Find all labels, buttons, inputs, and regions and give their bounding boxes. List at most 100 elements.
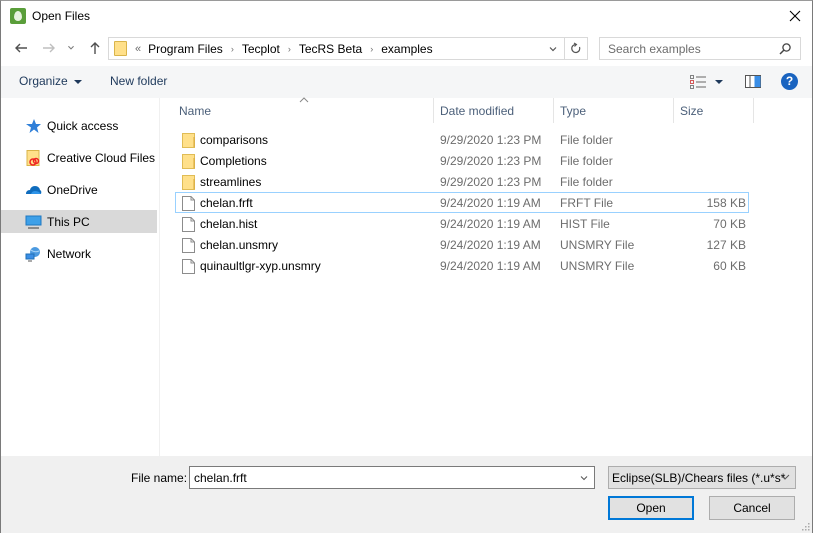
file-type: File folder	[560, 154, 613, 168]
close-button[interactable]	[782, 3, 808, 29]
chevron-down-icon	[68, 45, 74, 50]
file-type-filter-value: Eclipse(SLB)/Chears files (*.u*s*	[612, 471, 786, 485]
column-header-label: Type	[560, 103, 587, 118]
file-name: comparisons	[200, 133, 269, 147]
sidebar-item-onedrive[interactable]: OneDrive	[1, 178, 157, 201]
file-name-input[interactable]	[194, 470, 564, 486]
folder-icon	[182, 154, 195, 169]
breadcrumb-tecplot[interactable]: Tecplot	[242, 42, 280, 56]
new-folder-label: New folder	[110, 74, 168, 88]
breadcrumb-examples[interactable]: examples	[381, 42, 432, 56]
star-icon	[26, 118, 41, 133]
cloud-icon	[26, 185, 42, 194]
search-icon[interactable]	[778, 42, 792, 56]
back-button[interactable]	[12, 39, 30, 57]
file-type: UNSMRY File	[560, 238, 635, 252]
title-bar: Open Files	[1, 1, 812, 31]
address-history-dropdown[interactable]	[544, 38, 562, 59]
file-name-dropdown-button[interactable]	[576, 468, 592, 487]
recent-locations-button[interactable]	[65, 39, 77, 57]
details-view-icon	[690, 75, 723, 89]
breadcrumb-separator-icon[interactable]: ›	[370, 44, 373, 54]
file-date: 9/24/2020 1:19 AM	[440, 259, 541, 273]
chevron-down-icon	[549, 46, 557, 51]
open-button[interactable]: Open	[608, 496, 694, 520]
file-date: 9/29/2020 1:23 PM	[440, 133, 542, 147]
forward-button[interactable]	[40, 39, 58, 57]
file-name: chelan.unsmry	[200, 238, 279, 252]
sidebar-item-label: Quick access	[47, 118, 119, 133]
preview-pane-button[interactable]	[745, 75, 761, 88]
refresh-icon	[571, 42, 581, 54]
column-header-name[interactable]: Name	[173, 98, 434, 123]
sidebar-item-creative-cloud-files[interactable]: Creative Cloud Files	[1, 146, 157, 169]
sidebar-item-quick-access[interactable]: Quick access	[1, 114, 157, 137]
help-icon: ?	[785, 74, 794, 88]
address-bar[interactable]: « Program Files › Tecplot › TecRS Beta ›…	[108, 37, 588, 60]
file-type: FRFT File	[560, 196, 614, 210]
file-date: 9/29/2020 1:23 PM	[440, 175, 542, 189]
folder-icon	[114, 41, 127, 56]
arrow-left-icon	[15, 43, 27, 53]
caret-down-icon	[73, 79, 82, 84]
help-button[interactable]: ?	[781, 73, 798, 90]
new-folder-button[interactable]: New folder	[110, 74, 167, 88]
folder-icon	[182, 175, 195, 190]
column-header-label: Date modified	[440, 103, 515, 118]
open-files-dialog: Open Files « Program Files › Tecplot › T…	[0, 0, 813, 533]
file-date: 9/24/2020 1:19 AM	[440, 238, 541, 252]
file-name: chelan.hist	[200, 217, 258, 231]
refresh-button[interactable]	[564, 38, 587, 59]
file-type: File folder	[560, 175, 613, 189]
sidebar-item-network[interactable]: Network	[1, 242, 157, 265]
sidebar-item-label: Creative Cloud Files	[47, 150, 156, 165]
sidebar-item-this-pc[interactable]: This PC	[1, 210, 157, 233]
breadcrumb-separator-icon[interactable]: ›	[288, 44, 291, 54]
sidebar-item-label: Network	[47, 246, 92, 261]
dialog-footer: File name: Eclipse(SLB)/Chears files (*.…	[1, 456, 812, 533]
file-type: HIST File	[560, 217, 610, 231]
breadcrumb-tecrs-beta[interactable]: TecRS Beta	[299, 42, 362, 56]
file-name-combobox[interactable]	[189, 466, 595, 489]
file-row[interactable]: streamlines 9/29/2020 1:23 PM File folde…	[175, 171, 749, 192]
chevron-down-icon	[780, 474, 790, 480]
file-row[interactable]: chelan.hist 9/24/2020 1:19 AM HIST File …	[175, 213, 749, 234]
file-icon	[182, 238, 195, 253]
cancel-button[interactable]: Cancel	[709, 496, 795, 520]
file-name: chelan.frft	[200, 196, 253, 210]
file-icon	[182, 259, 195, 274]
creative-cloud-folder-icon	[26, 149, 40, 166]
file-row[interactable]: chelan.unsmry 9/24/2020 1:19 AM UNSMRY F…	[175, 234, 749, 255]
file-size: 127 KB	[706, 238, 746, 252]
change-view-button[interactable]	[690, 75, 726, 89]
column-header-label: Size	[680, 103, 704, 118]
sidebar-item-label: OneDrive	[47, 182, 98, 197]
breadcrumb-program-files[interactable]: Program Files	[148, 42, 223, 56]
tecplot-app-icon	[10, 8, 26, 24]
up-button[interactable]	[86, 39, 104, 57]
file-icon	[182, 217, 195, 232]
column-header-size[interactable]: Size	[674, 98, 754, 123]
chevron-down-icon	[580, 475, 588, 480]
organize-button[interactable]: Organize	[19, 74, 82, 88]
close-icon	[789, 10, 801, 22]
breadcrumb-overflow[interactable]: «	[135, 43, 141, 55]
file-row-selected[interactable]: chelan.frft 9/24/2020 1:19 AM FRFT File …	[175, 192, 749, 213]
network-icon	[25, 246, 40, 261]
file-name-label: File name:	[131, 471, 188, 485]
preview-pane-icon	[745, 75, 761, 88]
file-row[interactable]: quinaultlgr-xyp.unsmry 9/24/2020 1:19 AM…	[175, 255, 749, 276]
breadcrumb-separator-icon[interactable]: ›	[231, 44, 234, 54]
search-box[interactable]	[599, 37, 801, 60]
search-input[interactable]	[608, 41, 768, 57]
computer-icon	[25, 215, 42, 229]
column-header-date-modified[interactable]: Date modified	[434, 98, 554, 123]
file-type-filter-select[interactable]: Eclipse(SLB)/Chears files (*.u*s*	[608, 466, 796, 489]
file-row[interactable]: comparisons 9/29/2020 1:23 PM File folde…	[175, 129, 749, 150]
file-name: streamlines	[200, 175, 262, 189]
file-type: UNSMRY File	[560, 259, 635, 273]
file-row[interactable]: Completions 9/29/2020 1:23 PM File folde…	[175, 150, 749, 171]
column-header-type[interactable]: Type	[554, 98, 674, 123]
resize-grip-icon[interactable]	[802, 523, 810, 531]
arrow-right-icon	[43, 43, 55, 53]
